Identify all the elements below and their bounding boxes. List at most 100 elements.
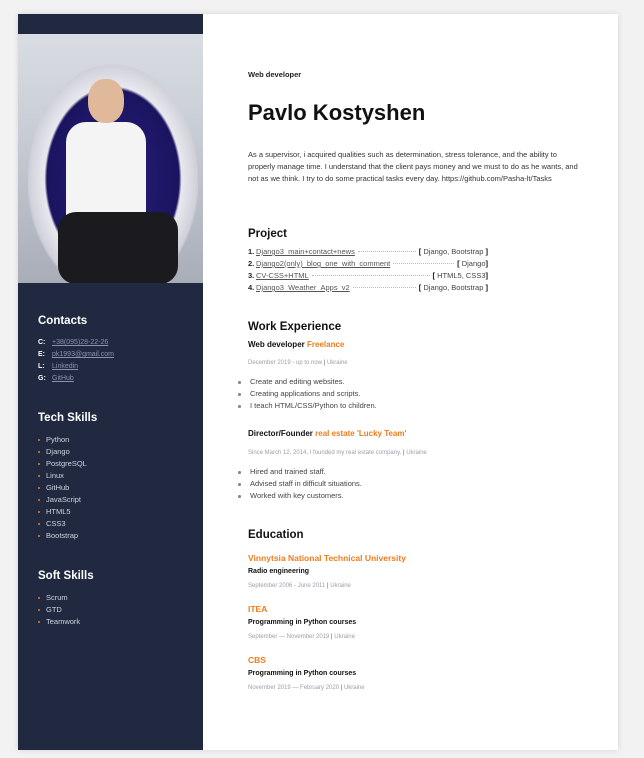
school-meta: September 2006 - June 2011 | Ukraine (248, 583, 351, 589)
skill-item: Teamwork (38, 616, 94, 628)
project-number: 4. (248, 283, 255, 292)
school-period: September — November 2019 (248, 634, 330, 640)
duty-item: Worked with key customers. (238, 490, 362, 502)
project-item: 3. CV-CSS+HTML [ HTML5, CSS3] (248, 270, 488, 282)
dot-leader (311, 275, 430, 276)
skill-item: PostgreSQL (38, 458, 97, 470)
project-number: 3. (248, 271, 255, 280)
school-meta: September — November 2019 | Ukraine (248, 634, 355, 640)
project-tag: Django, Bootstrap (423, 283, 484, 292)
project-link[interactable]: Django3_main+contact+news (256, 246, 355, 258)
bracket: [ (418, 247, 422, 256)
project-link[interactable]: CV-CSS+HTML (256, 270, 309, 282)
duty-item: Creating applications and scripts. (238, 388, 377, 400)
contact-github: G: GitHub (38, 373, 114, 385)
education-title: Education (248, 529, 304, 541)
dot-leader (393, 263, 455, 264)
skill-item: HTML5 (38, 506, 97, 518)
contact-key: E: (38, 351, 45, 358)
soft-skills-list: Scrum GTD Teamwork (38, 592, 94, 628)
school-name: ITEA (248, 604, 268, 614)
contact-linkedin: L: Linkedin (38, 361, 114, 373)
job-place: Ukraine (406, 450, 427, 456)
email-link[interactable]: pk1993@gmail.com (52, 349, 114, 361)
bracket: [ (418, 283, 422, 292)
skill-item: Django (38, 446, 97, 458)
contact-phone: C: +38(095)28-22-26 (38, 337, 114, 349)
school-place: Ukraine (330, 583, 351, 589)
job-company: Freelance (307, 340, 345, 349)
sidebar: Contacts C: +38(095)28-22-26 E: pk1993@g… (18, 14, 203, 750)
contacts-section: Contacts C: +38(095)28-22-26 E: pk1993@g… (38, 315, 114, 385)
project-link[interactable]: Django2(only)_blog_one_with_comment (256, 258, 390, 270)
linkedin-link[interactable]: Linkedin (52, 361, 78, 373)
contact-key: G: (38, 375, 46, 382)
school-meta: November 2019 — February 2020 | Ukraine (248, 685, 365, 691)
resume-page: Contacts C: +38(095)28-22-26 E: pk1993@g… (18, 14, 618, 750)
skill-item: Linux (38, 470, 97, 482)
person-legs (58, 212, 178, 283)
project-list: 1. Django3_main+contact+news [ Django, B… (248, 246, 488, 294)
skill-item: GitHub (38, 482, 97, 494)
job-meta: Since March 12, 2014, I founded my real … (248, 450, 427, 456)
job-period: December 2019 - up to now (248, 360, 323, 366)
phone-link[interactable]: +38(095)28-22-26 (52, 337, 108, 349)
job-period: Since March 12, 2014, I founded my real … (248, 450, 402, 456)
job-duties: Create and editing websites. Creating ap… (238, 376, 377, 412)
school-period: November 2019 — February 2020 (248, 685, 340, 691)
school-name: CBS (248, 655, 266, 665)
project-item: 1. Django3_main+contact+news [ Django, B… (248, 246, 488, 258)
skill-item: Python (38, 434, 97, 446)
soft-skills-title: Soft Skills (38, 570, 94, 582)
project-title: Project (248, 228, 287, 240)
project-link[interactable]: Django3_Weather_Apps_v2 (256, 282, 350, 294)
skill-item: JavaScript (38, 494, 97, 506)
school-name: Vinnytsia National Technical University (248, 553, 406, 563)
profile-photo (18, 34, 203, 283)
contact-email: E: pk1993@gmail.com (38, 349, 114, 361)
school-subject: Programming in Python courses (248, 670, 357, 677)
person-head (88, 79, 124, 123)
job-meta: December 2019 - up to now | Ukraine (248, 360, 348, 366)
github-link[interactable]: GitHub (52, 373, 74, 385)
bracket: ] (485, 247, 489, 256)
project-tag: Django, Bootstrap (423, 247, 484, 256)
bracket: [ (457, 259, 460, 268)
job-place: Ukraine (326, 360, 348, 366)
project-tag: Django (461, 259, 486, 268)
project-item: 2. Django2(only)_blog_one_with_comment [… (248, 258, 488, 270)
duty-item: I teach HTML/CSS/Python to children. (238, 400, 377, 412)
tech-skills-title: Tech Skills (38, 412, 98, 424)
project-item: 4. Django3_Weather_Apps_v2 [ Django, Boo… (248, 282, 488, 294)
skill-item: CSS3 (38, 518, 97, 530)
tech-skills-section: Tech Skills Python Django PostgreSQL Lin… (38, 412, 97, 542)
soft-skills-section: Soft Skills Scrum GTD Teamwork (38, 570, 94, 628)
skill-item: Scrum (38, 592, 94, 604)
bracket: ] (485, 259, 489, 268)
duty-item: Hired and trained staff. (238, 466, 362, 478)
job-role: Web developer (248, 340, 305, 349)
person-body (66, 122, 146, 222)
project-tag: HTML5, CSS3 (437, 271, 486, 280)
duty-item: Create and editing websites. (238, 376, 377, 388)
skill-item: GTD (38, 604, 94, 616)
contacts-title: Contacts (38, 315, 88, 327)
job-title: Director/Founder real estate 'Lucky Team… (248, 429, 406, 438)
about-text: As a supervisor, i acquired qualities su… (248, 150, 578, 183)
bracket: [ (432, 271, 436, 280)
bracket: ] (485, 271, 489, 280)
dot-leader (352, 287, 416, 288)
contact-key: L: (38, 363, 45, 370)
headline-role: Web developer (248, 70, 302, 79)
tech-skills-list: Python Django PostgreSQL Linux GitHub Ja… (38, 434, 97, 542)
project-number: 1. (248, 247, 255, 256)
school-period: September 2006 - June 2011 (248, 583, 326, 589)
bracket: ] (485, 283, 489, 292)
skill-item: Bootstrap (38, 530, 97, 542)
dot-leader (357, 251, 416, 252)
school-subject: Programming in Python courses (248, 619, 357, 626)
job-title: Web developer Freelance (248, 340, 344, 349)
school-place: Ukraine (334, 634, 355, 640)
contact-key: C: (38, 339, 46, 346)
job-role: Director/Founder (248, 429, 313, 438)
